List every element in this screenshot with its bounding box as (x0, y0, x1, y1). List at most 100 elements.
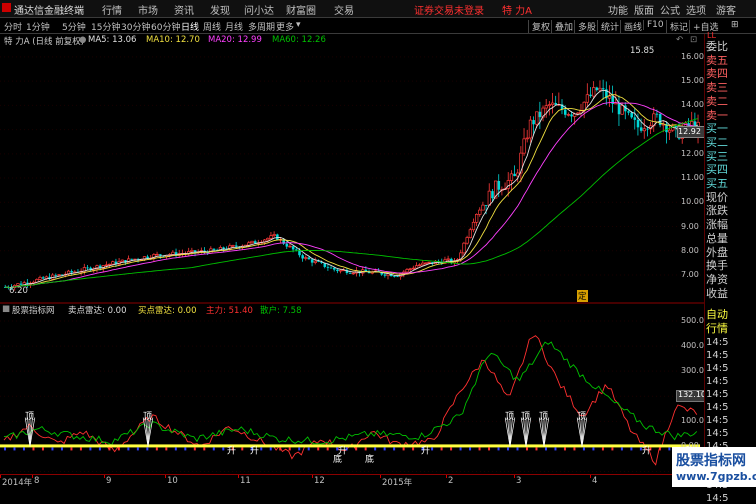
menu-item-wenxiaoda[interactable]: 问小达 (244, 2, 274, 17)
buy-radar-label: 买点雷达: 0.00 (138, 306, 197, 316)
zero-band-block (155, 447, 158, 451)
login-status[interactable]: 证券交易未登录 (414, 2, 484, 17)
zero-band-block (222, 447, 225, 451)
candle-body (295, 249, 298, 251)
tick-time-label: 14:5 (706, 415, 729, 426)
quote-side-panel: LL 委比 卖五 卖四 卖三 卖二 卖一 买一 买二 买三 买四 买五 现价 涨跌 涨幅 总量 外盘 换手 净资收… (704, 31, 756, 504)
top-signal-label: 顶 (521, 411, 530, 422)
stock-chart-area[interactable]: 顶顶升升升升顶顶顶顶升升底底 (0, 46, 704, 487)
zero-band-block (592, 447, 595, 451)
huaxian-button[interactable]: 画线 (620, 20, 642, 33)
tab-gengduo[interactable]: 更多 (276, 20, 294, 33)
ma10-label: MA10: 12.70 (146, 35, 200, 45)
undo-icon[interactable]: ↶ (676, 35, 683, 45)
grid-icon[interactable]: ⊞ (731, 20, 739, 30)
window-icon[interactable]: ⊡ (690, 35, 697, 45)
candle-body (86, 267, 89, 269)
menu-item-gongneng[interactable]: 功能 (608, 2, 628, 17)
zero-band-block (355, 447, 358, 451)
settings-dot-icon[interactable]: ● (79, 35, 86, 45)
zero-band-block (630, 447, 633, 451)
price-tick-label: 11.00 (681, 173, 704, 183)
candle-body (538, 111, 542, 118)
up-signal-label: 升 (250, 445, 259, 456)
zero-band-block (60, 447, 63, 451)
tab-fenshi[interactable]: 分时 (4, 20, 22, 33)
top-signal-ray (507, 417, 511, 447)
tab-5min[interactable]: 5分钟 (62, 20, 86, 33)
retail-label: 散户: 7.58 (260, 306, 302, 316)
menu-item-banmian[interactable]: 版面 (634, 2, 654, 17)
zero-band-block (582, 447, 585, 451)
biaoji-button[interactable]: 标记 (666, 20, 688, 33)
price-tick-label: 15.00 (681, 76, 704, 86)
candle-body (471, 221, 476, 231)
candle-body (405, 269, 409, 273)
diejia-button[interactable]: 叠加 (551, 20, 573, 33)
time-axis-tick (380, 475, 381, 478)
zero-band-block (507, 447, 510, 451)
zero-band-block (184, 447, 187, 451)
zero-band-block (136, 447, 139, 451)
zero-band-block (203, 447, 206, 451)
duogu-button[interactable]: 多股 (574, 20, 596, 33)
menu-item-gongshi[interactable]: 公式 (660, 2, 680, 17)
tab-15min[interactable]: 15分钟 (91, 20, 120, 33)
candle-body (326, 266, 330, 268)
candle-body (484, 205, 488, 206)
zero-band-block (383, 447, 386, 451)
tab-rixian[interactable]: 日线 (181, 20, 199, 33)
menu-item-jiaoyi[interactable]: 交易 (334, 2, 354, 17)
min-price-label: 6.20 (9, 286, 28, 296)
zero-band-block (620, 447, 623, 451)
chevron-down-icon[interactable]: ▾ (296, 20, 301, 30)
tab-duozhouqi[interactable]: 多周期 (248, 20, 275, 33)
tab-1min[interactable]: 1分钟 (26, 20, 50, 33)
moving-average-lines (5, 89, 699, 288)
indicator-current-box: 132.10 (676, 390, 706, 402)
zero-band-block (554, 447, 557, 451)
candle-body (250, 240, 254, 244)
menu-item-xuanxiang[interactable]: 选项 (686, 2, 706, 17)
zero-band-block (127, 447, 130, 451)
top-signal-ray (520, 417, 527, 447)
time-axis-label: 12 (314, 476, 325, 486)
zero-band-block (611, 447, 614, 451)
side-panel-mode-label[interactable]: 行情 (706, 320, 728, 336)
candle-body (601, 88, 605, 90)
menu-item-zixun[interactable]: 资讯 (174, 2, 194, 17)
menu-item-caifuquan[interactable]: 财富圈 (286, 2, 316, 17)
candle-body (70, 271, 73, 273)
zero-band-block (516, 447, 519, 451)
tab-60min[interactable]: 60分钟 (151, 20, 180, 33)
menu-item-youke[interactable]: 游客 (716, 2, 736, 17)
top-signal-label: 顶 (539, 411, 548, 422)
menu-item-hangqing[interactable]: 行情 (102, 2, 122, 17)
menu-item-faxian[interactable]: 发现 (210, 2, 230, 17)
candle-body (424, 262, 428, 264)
candle-body (646, 128, 649, 130)
fuquan-button[interactable]: 复权 (528, 20, 550, 33)
candle-body (617, 102, 621, 115)
price-tick-label: 10.00 (681, 197, 704, 207)
top-signal-ray (525, 417, 532, 447)
watermark-logo: 股票指标网 www.7gpzb.com (672, 447, 756, 487)
tab-zhouxian[interactable]: 周线 (203, 20, 221, 33)
indicator-settings-icon[interactable]: ■ (2, 304, 10, 314)
price-tick-label: 16.00 (681, 51, 704, 61)
tab-yuexian[interactable]: 月线 (225, 20, 243, 33)
indicator-name[interactable]: 股票指标网 (12, 304, 55, 316)
top-signal-label: 顶 (143, 411, 152, 422)
zero-band-block (79, 447, 82, 451)
tongji-button[interactable]: 统计 (597, 20, 619, 33)
indicator-tick-label: 300.0 (681, 366, 704, 376)
tick-time-label: 14:5 (706, 363, 729, 374)
candle-body (554, 102, 558, 105)
candle-body (630, 112, 633, 118)
tick-time-label: 14:5 (706, 376, 729, 387)
candle-body (487, 190, 491, 206)
f10-button[interactable]: F10 (643, 20, 664, 30)
menu-item-shichang[interactable]: 市场 (138, 2, 158, 17)
tab-30min[interactable]: 30分钟 (121, 20, 150, 33)
zero-band-block (317, 447, 320, 451)
